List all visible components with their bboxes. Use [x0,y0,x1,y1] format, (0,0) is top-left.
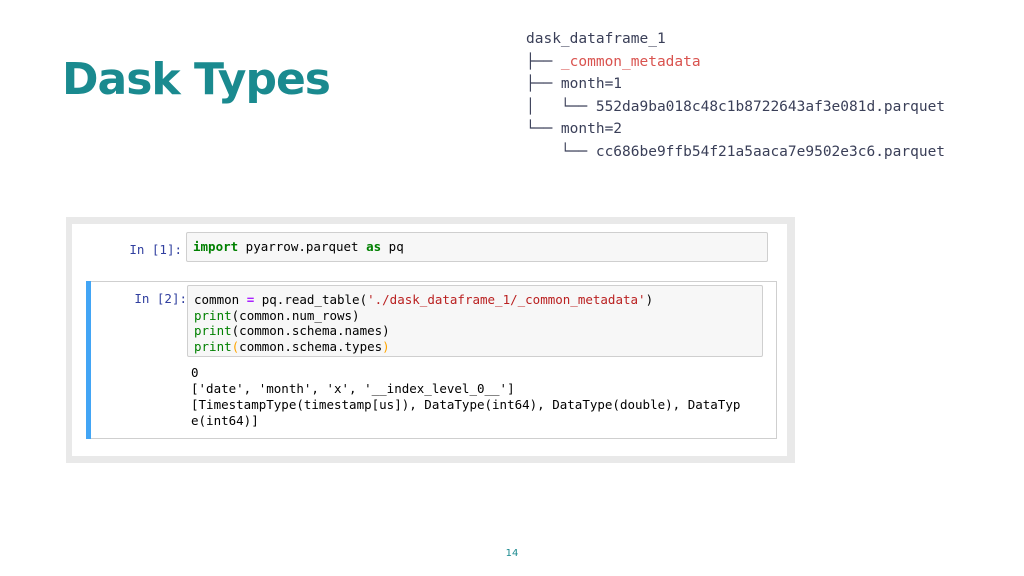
code-text: common [194,292,247,307]
tree-item-name: month=1 [560,76,623,93]
directory-tree: dask_dataframe_1 ├── _common_metadata ├── … [526,28,945,164]
tree-connector: ├── [526,53,561,70]
tree-connector: └── [526,143,596,160]
tree-item: ├── _common_metadata [526,51,945,74]
code-cell-2-selected[interactable]: In [2]: common = pq.read_table('./dask_d… [86,281,777,439]
builtin-function: print [194,338,232,354]
code-line: print(common.schema.names) [194,323,756,339]
keyword: import [193,239,239,254]
code-input[interactable]: import pyarrow.parquet as pq [186,232,768,262]
code-line: import pyarrow.parquet as pq [193,239,761,255]
code-line: print(common.num_rows) [194,308,756,324]
code-text: common.schema.types [239,338,383,354]
tree-item-name: _common_metadata [560,53,701,70]
slide-title: Dask Types [62,54,331,105]
tree-item: └── cc686be9ffb54f21a5aaca7e9502e3c6.par… [526,141,945,164]
cell-output: 0 ['date', 'month', 'x', '__index_level_… [191,365,771,429]
tree-connector: │ └── [526,98,596,115]
notebook-screenshot: In [1]: import pyarrow.parquet as pq In … [66,217,795,463]
code-text: ) [645,292,654,307]
tree-item-name: month=2 [560,121,623,138]
code-input[interactable]: common = pq.read_table('./dask_dataframe… [187,285,763,357]
tree-item: └── month=2 [526,118,945,141]
code-text: (common.schema.names) [231,323,390,339]
builtin-function: print [194,323,232,339]
input-prompt: In [2]: [134,291,187,306]
code-cell-1[interactable]: In [1]: import pyarrow.parquet as pq [72,232,772,268]
output-line: 0 [191,365,199,380]
output-line: [TimestampType(timestamp[us]), DataType(… [191,397,741,412]
builtin-function: print [194,307,232,323]
tree-item-name: 552da9ba018c48c1b8722643af3e081d.parquet [595,98,946,115]
page-number: 14 [505,548,519,559]
code-line: print(common.schema.types) [194,339,756,355]
tree-item-name: dask_dataframe_1 [526,31,666,47]
output-line: ['date', 'month', 'x', '__index_level_0_… [191,381,515,396]
bracket-highlight: ) [382,338,390,354]
tree-connector: ├── [526,76,561,93]
tree-item-name: cc686be9ffb54f21a5aaca7e9502e3c6.parquet [595,143,946,160]
string-literal: './dask_dataframe_1/_common_metadata' [367,292,646,307]
tree-item: ├── month=1 [526,73,945,96]
code-text: pq.read_table( [254,292,368,307]
tree-item: dask_dataframe_1 [526,28,945,51]
output-line: e(int64)] [191,413,259,428]
keyword: as [366,239,382,254]
input-prompt: In [1]: [129,242,182,257]
notebook-area: In [1]: import pyarrow.parquet as pq In … [72,224,787,456]
code-text: pq [381,239,404,254]
code-text: (common.num_rows) [231,307,360,323]
tree-item: │ └── 552da9ba018c48c1b8722643af3e081d.p… [526,96,945,119]
code-text: pyarrow.parquet [238,239,367,254]
code-line: common = pq.read_table('./dask_dataframe… [194,292,756,308]
tree-connector: └── [526,121,561,138]
